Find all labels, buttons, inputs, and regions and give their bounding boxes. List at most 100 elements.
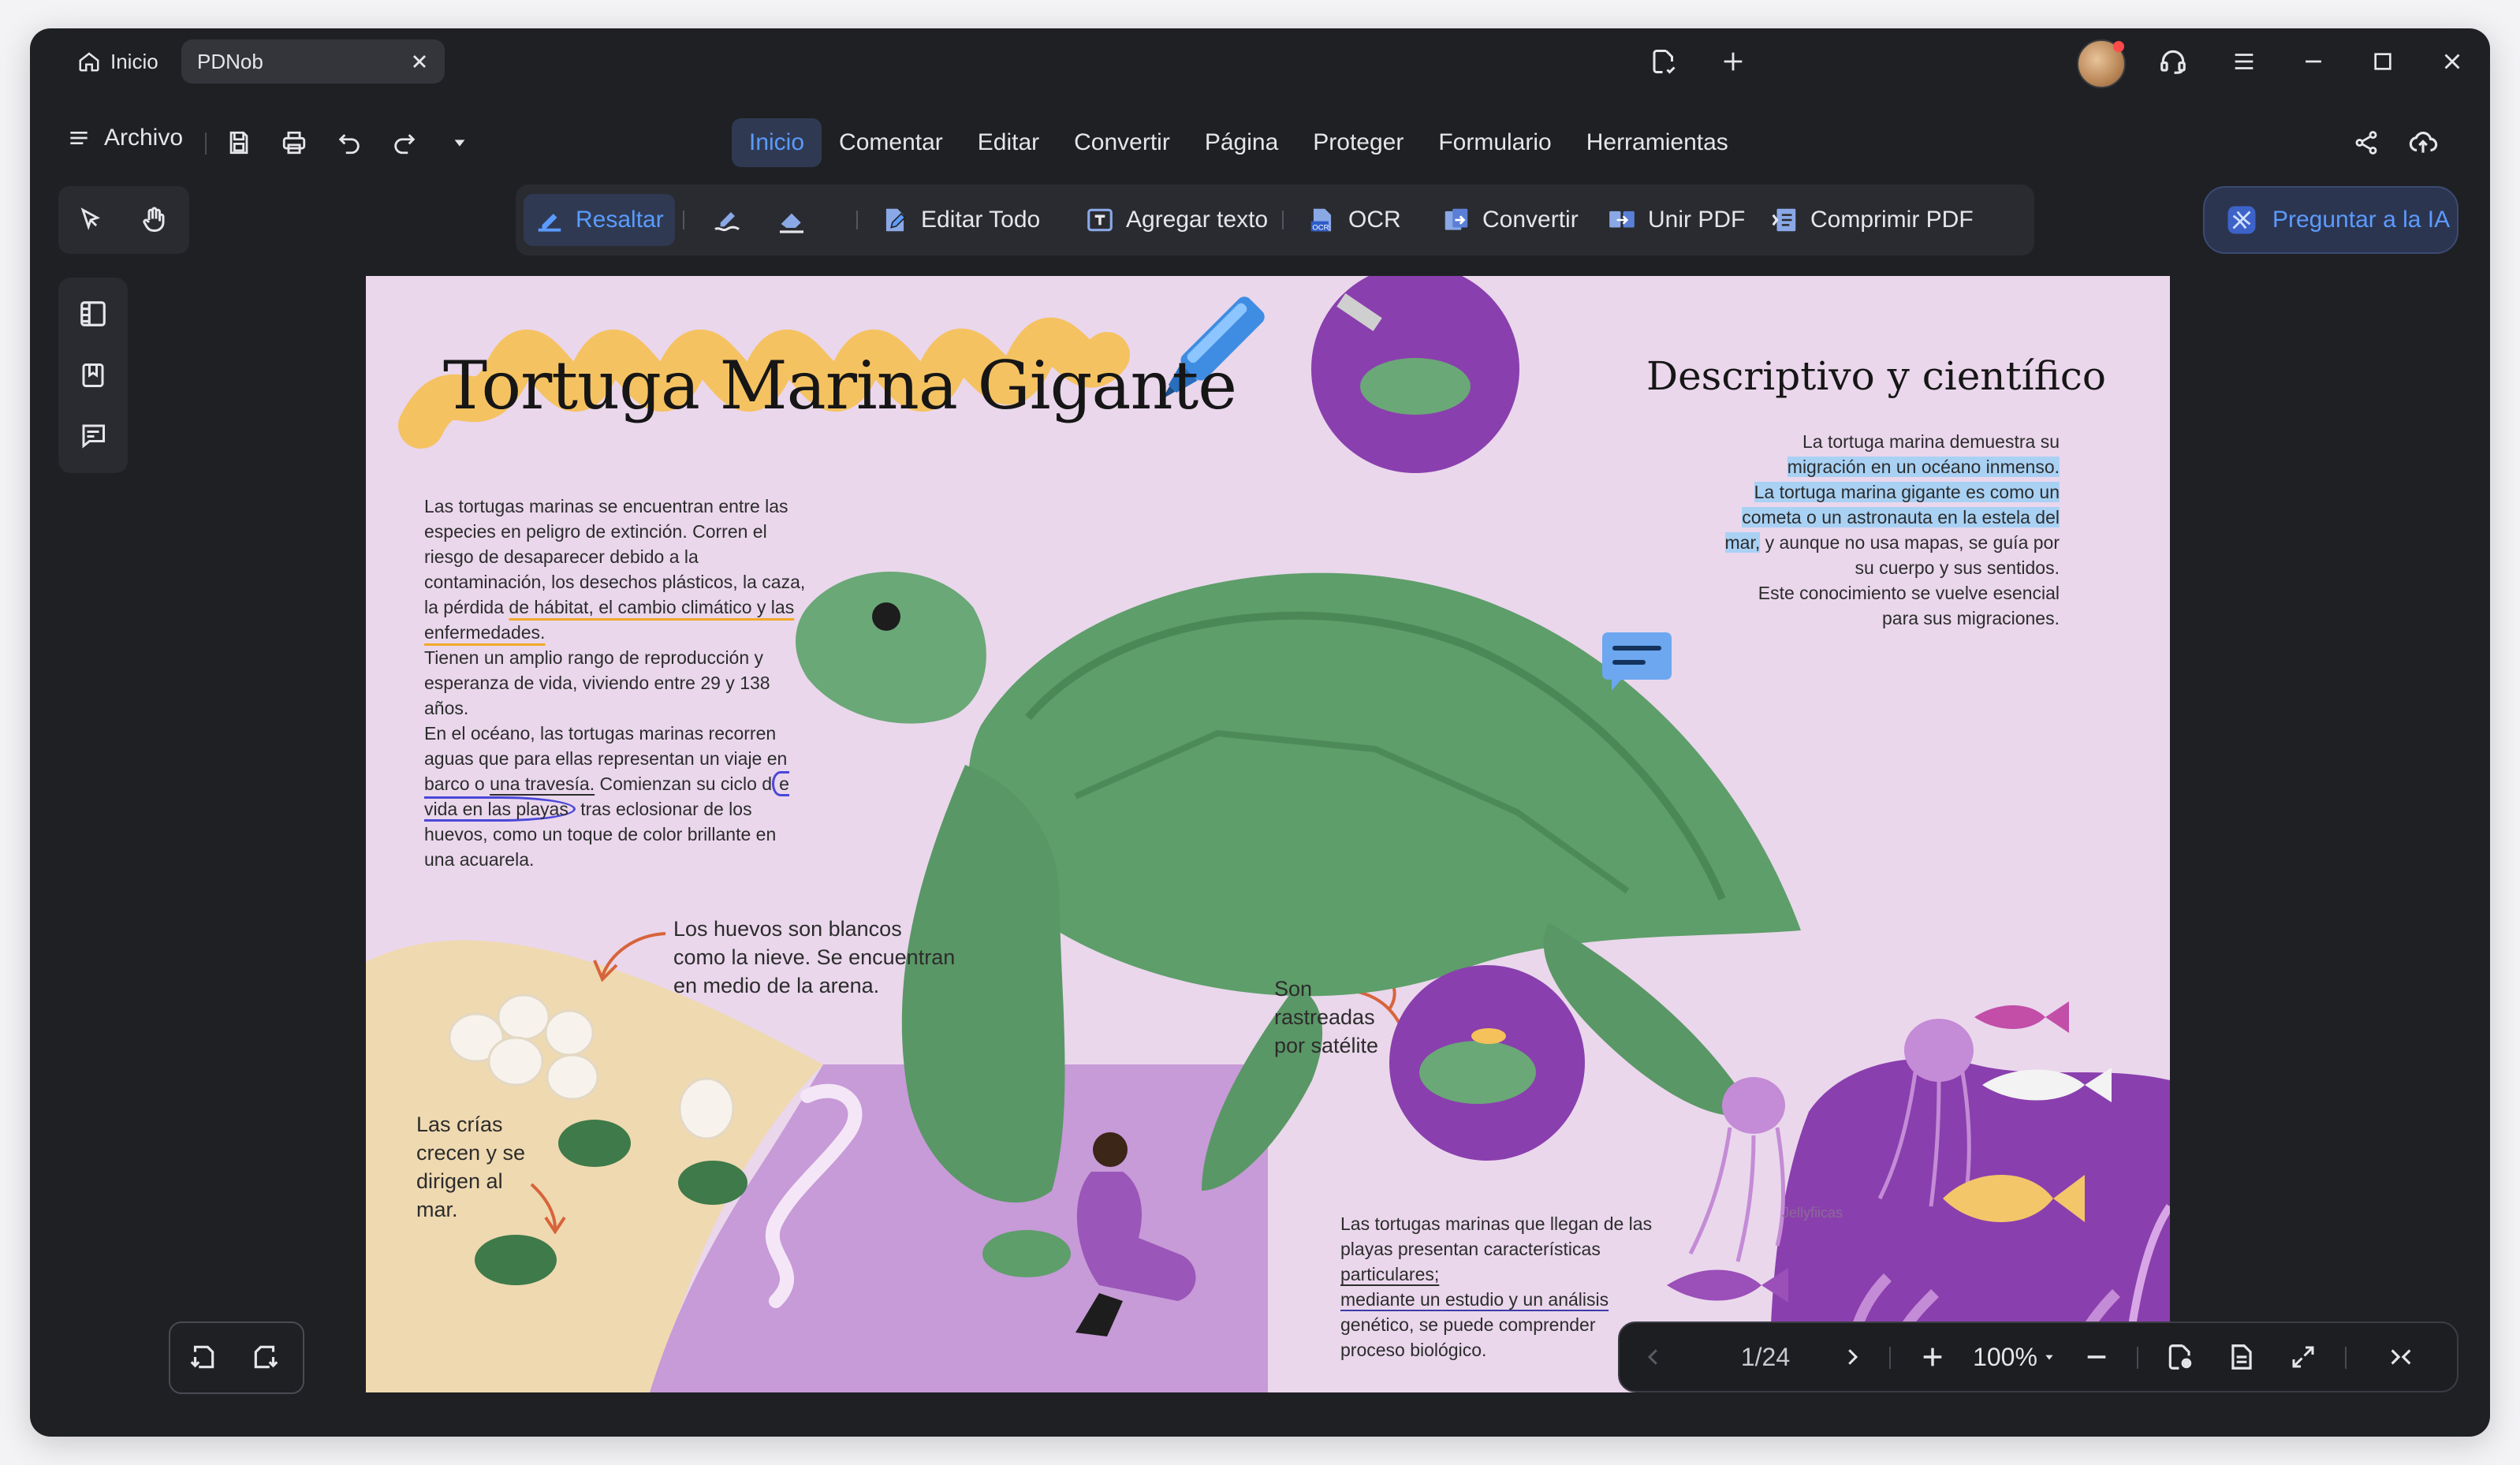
minimize-icon[interactable] — [2296, 44, 2331, 79]
support-headset-icon[interactable] — [2156, 44, 2190, 79]
close-tab-icon[interactable] — [408, 50, 431, 73]
add-text-button[interactable]: Agregar texto — [1074, 194, 1279, 246]
tab-comentar[interactable]: Comentar — [822, 118, 960, 167]
tab-inicio[interactable]: Inicio — [732, 118, 822, 167]
rotate-controls — [169, 1321, 304, 1394]
convert-button[interactable]: Convertir — [1430, 194, 1590, 246]
share-icon[interactable] — [2348, 125, 2384, 161]
convert-label: Convertir — [1482, 207, 1579, 233]
merge-pdf-label: Unir PDF — [1648, 207, 1746, 233]
app-window: Inicio PDNob Archivo Inicio Comentar Edi… — [30, 28, 2490, 1437]
close-window-icon[interactable] — [2435, 44, 2470, 79]
tab-formulario[interactable]: Formulario — [1421, 118, 1568, 167]
bookmark-icon[interactable] — [74, 356, 112, 394]
print-icon[interactable] — [276, 125, 312, 161]
ocr-button[interactable]: OCR OCR — [1296, 194, 1412, 246]
user-avatar[interactable] — [2077, 39, 2126, 88]
underline-tool-button[interactable] — [700, 194, 754, 246]
hand-tool-icon[interactable] — [134, 200, 173, 240]
merge-pdf-button[interactable]: Unir PDF — [1596, 194, 1756, 246]
tab-document-label: PDNob — [197, 49, 263, 73]
chevron-down-icon — [2045, 1355, 2053, 1360]
divider — [205, 132, 207, 155]
ask-ai-button[interactable]: Preguntar a la IA — [2203, 186, 2458, 254]
thumbnails-icon[interactable] — [74, 295, 112, 333]
main-tabs: Inicio Comentar Editar Convertir Página … — [732, 118, 1746, 167]
ask-ai-label: Preguntar a la IA — [2272, 207, 2451, 233]
maximize-icon[interactable] — [2365, 44, 2400, 79]
compress-pdf-button[interactable]: Comprimir PDF — [1758, 194, 1985, 246]
save-icon[interactable] — [221, 125, 257, 161]
chevron-down-icon[interactable] — [442, 125, 478, 161]
edit-all-button[interactable]: Editar Todo — [869, 194, 1051, 246]
underlined-text[interactable]: una travesía. — [490, 774, 595, 794]
body-text: proceso biológico. — [1340, 1340, 1487, 1360]
tab-home-label: Inicio — [110, 49, 158, 73]
jellyfish-label: Jellyfiicas — [1782, 1205, 1843, 1221]
home-toolbar: Resaltar Editar Todo Agregar texto OCR O… — [516, 185, 2034, 255]
tab-document[interactable]: PDNob — [181, 39, 445, 84]
divider — [1282, 211, 1284, 229]
page-indicator[interactable]: 1/24 — [1722, 1339, 1809, 1375]
menu-icon[interactable] — [2227, 44, 2261, 79]
merge-pdf-icon — [1609, 211, 1635, 228]
highlight-button[interactable]: Resaltar — [524, 194, 675, 246]
eraser-tool-button[interactable] — [765, 194, 818, 246]
svg-text:OCR: OCR — [1312, 224, 1329, 233]
text-line: y aunque no usa mapas, se guía por — [1760, 532, 2060, 553]
tab-convertir[interactable]: Convertir — [1057, 118, 1187, 167]
rotate-left-icon[interactable] — [185, 1339, 221, 1375]
pdf-page[interactable]: Tortuga Marina Gigante Las tortugas mari… — [366, 276, 2170, 1392]
rotate-right-icon[interactable] — [248, 1339, 284, 1375]
page-layout-icon[interactable] — [2224, 1339, 2260, 1375]
highlighted-text[interactable]: cometa o un astronauta en la estela del — [1742, 507, 2060, 527]
body-text: Comienzan su ciclo d — [595, 774, 773, 794]
eggs-caption: Los huevos son blancos como la nieve. Se… — [673, 917, 956, 997]
underlined-text[interactable]: mediante un estudio y un análisis — [1340, 1289, 1609, 1310]
tab-herramientas[interactable]: Herramientas — [1569, 118, 1746, 167]
cloud-upload-icon[interactable] — [2405, 125, 2441, 161]
file-sync-icon[interactable] — [1646, 44, 1681, 79]
zoom-out-icon[interactable] — [2078, 1339, 2115, 1375]
edit-document-icon — [885, 208, 906, 232]
highlighted-text[interactable]: La tortuga marina gigante es como un — [1754, 482, 2060, 502]
tab-home[interactable]: Inicio — [60, 39, 183, 84]
highlighter-icon — [538, 214, 561, 232]
zoom-level-dropdown[interactable]: 100% — [1966, 1339, 2061, 1375]
fit-screen-icon[interactable] — [2285, 1339, 2321, 1375]
next-page-icon[interactable] — [1834, 1339, 1870, 1375]
tab-editar[interactable]: Editar — [960, 118, 1057, 167]
tab-pagina[interactable]: Página — [1187, 118, 1295, 167]
underlined-text[interactable]: particulares; — [1340, 1264, 1439, 1284]
divider — [2137, 1347, 2138, 1369]
redo-icon[interactable] — [386, 125, 423, 161]
tab-proteger[interactable]: Proteger — [1295, 118, 1421, 167]
zoom-level: 100% — [1973, 1342, 2037, 1371]
menu-bar: Archivo Inicio Comentar Editar Convertir… — [30, 115, 2490, 170]
select-cursor-icon[interactable] — [71, 200, 110, 240]
new-tab-icon[interactable] — [1716, 44, 1750, 79]
body-text: genético, se puede comprender — [1340, 1314, 1596, 1335]
divider — [2345, 1347, 2347, 1369]
left-sidebar — [58, 278, 128, 473]
collapse-toolbar-icon[interactable] — [2383, 1339, 2419, 1375]
intro-paragraph: Las tortugas marinas se encuentran entre… — [424, 494, 811, 872]
cursor-tools — [58, 186, 189, 254]
purple-fish — [1667, 1268, 1788, 1303]
text-line: para sus migraciones. — [1882, 608, 2060, 628]
archivo-menu[interactable]: Archivo — [66, 125, 183, 151]
comments-icon[interactable] — [74, 416, 112, 454]
view-mode-icon[interactable] — [2162, 1339, 2198, 1375]
divider — [856, 211, 858, 229]
highlighted-text[interactable]: migración en un océano inmenso. — [1787, 457, 2060, 477]
hamburger-icon — [70, 132, 88, 144]
archivo-label: Archivo — [104, 125, 184, 151]
undo-icon[interactable] — [331, 125, 367, 161]
prev-page-icon[interactable] — [1635, 1339, 1672, 1375]
conclusion-paragraph: Las tortugas marinas que llegan de las p… — [1340, 1211, 1664, 1362]
highlighted-text[interactable]: mar, — [1724, 532, 1761, 553]
zoom-in-icon[interactable] — [1914, 1339, 1951, 1375]
text-line: su cuerpo y sus sentidos. — [1855, 557, 2060, 578]
satellite-caption: Son rastreadas por satélite — [1274, 977, 1379, 1057]
page-navigation-bar: 1/24 100% — [1618, 1321, 2458, 1392]
